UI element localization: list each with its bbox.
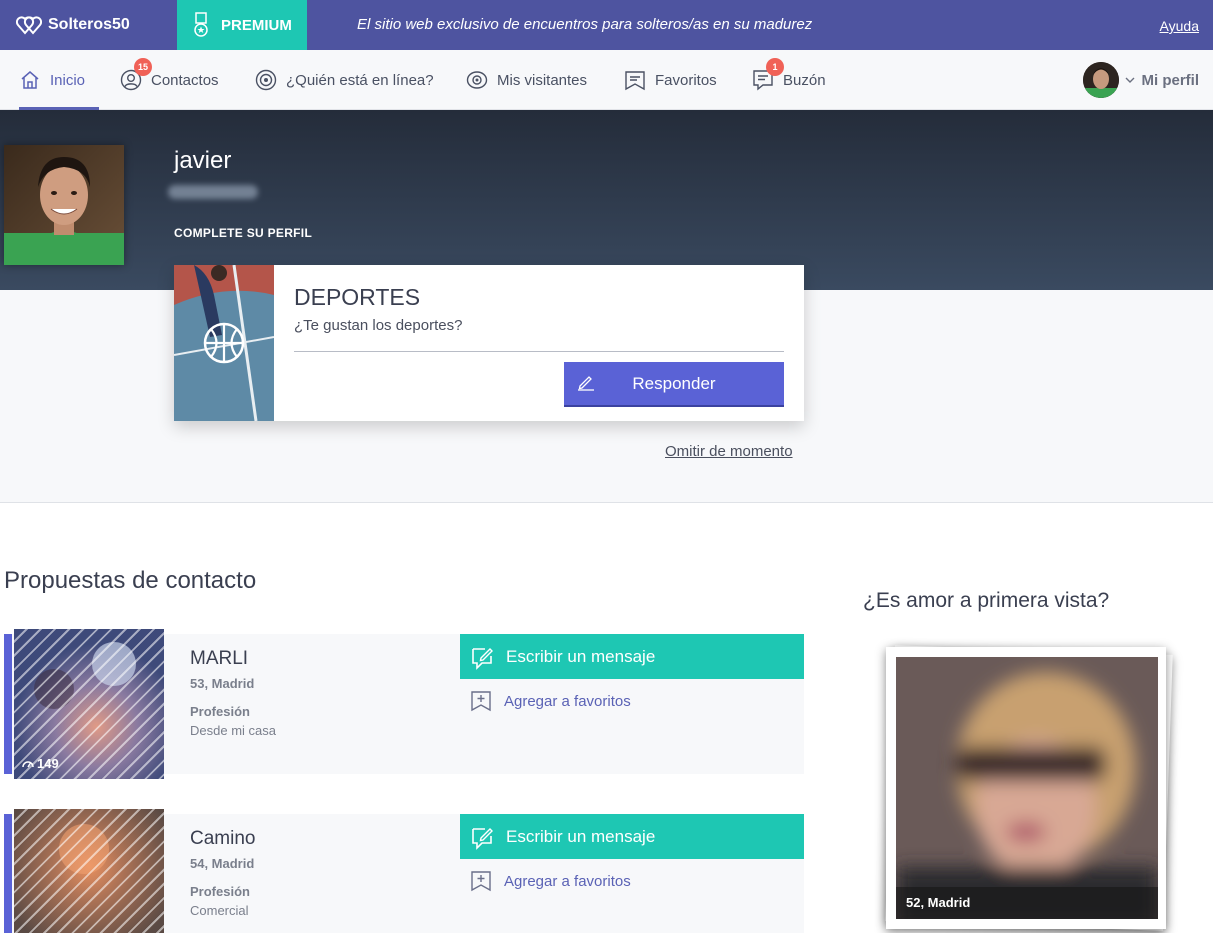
avatar	[1083, 62, 1120, 98]
love-at-first-sight-title: ¿Es amor a primera vista?	[863, 589, 1110, 612]
basketball-icon	[203, 322, 245, 364]
blur-overlay	[14, 809, 164, 933]
write-message-label: Escribir un mensaje	[506, 826, 656, 846]
gauge-icon	[22, 760, 34, 767]
contactos-badge: 15	[134, 58, 153, 76]
home-icon	[21, 71, 39, 89]
proposal-photo[interactable]	[14, 809, 164, 933]
nav-item-visitantes[interactable]: Mis visitantes	[466, 50, 587, 110]
proposal-photo[interactable]: 149	[14, 629, 164, 779]
profession-value: Desde mi casa	[190, 723, 276, 738]
blurred-detail	[168, 185, 258, 199]
tagline: El sitio web exclusivo de encuentros par…	[357, 16, 813, 33]
profile-photo[interactable]	[4, 145, 124, 265]
profession-label: Profesión	[190, 704, 250, 719]
question-card: DEPORTES ¿Te gustan los deportes? Respon…	[174, 265, 804, 421]
compose-message-icon	[472, 827, 493, 850]
eye-icon	[466, 71, 488, 89]
proposal-age-city: 54, Madrid	[190, 856, 255, 871]
target-icon	[255, 69, 277, 91]
user-circle-icon: 15	[120, 58, 153, 91]
profession-label: Profesión	[190, 884, 250, 899]
nav-label-visitantes: Mis visitantes	[497, 71, 588, 89]
buzon-badge: 1	[766, 58, 784, 76]
nav-item-favoritos[interactable]: Favoritos	[624, 50, 717, 110]
proposal-card: Camino 54, Madrid Profesión Comercial Es…	[4, 809, 804, 933]
write-message-button[interactable]: Escribir un mensaje	[460, 634, 804, 679]
profession-value: Comercial	[190, 903, 249, 918]
logo-text: Solteros50	[48, 16, 130, 33]
proposals-title: Propuestas de contacto	[4, 567, 257, 594]
nav-item-inicio[interactable]: Inicio	[19, 50, 100, 110]
proposal-name[interactable]: MARLI	[190, 648, 248, 670]
compose-message-icon	[472, 647, 493, 670]
nav-item-buzon[interactable]: 1 Buzón	[752, 50, 826, 110]
nav-label-favoritos: Favoritos	[655, 71, 717, 89]
profile-name: javier	[174, 147, 232, 174]
nav-item-online[interactable]: ¿Quién está en línea?	[255, 50, 434, 110]
answer-button-label: Responder	[632, 373, 716, 393]
nav-label-online: ¿Quién está en línea?	[286, 71, 434, 89]
logo[interactable]: Solteros50	[16, 0, 130, 50]
nav-label-buzon: Buzón	[783, 71, 826, 89]
medal-icon	[194, 12, 208, 37]
question-text: ¿Te gustan los deportes?	[294, 317, 463, 334]
profile-menu[interactable]: Mi perfil	[1083, 50, 1199, 110]
pencil-icon	[578, 376, 594, 391]
chevron-down-icon	[1125, 77, 1135, 83]
bookmark-icon	[625, 71, 645, 91]
nav-label-inicio: Inicio	[50, 71, 86, 89]
proposal-name[interactable]: Camino	[190, 828, 255, 850]
profile-hero	[0, 110, 1213, 290]
card-accent-bar	[4, 634, 12, 774]
views-count: 149	[37, 756, 59, 771]
sports-image	[174, 265, 274, 421]
add-favorite-label: Agregar a favoritos	[504, 872, 631, 890]
question-divider	[294, 351, 784, 352]
write-message-button[interactable]: Escribir un mensaje	[460, 814, 804, 859]
featured-photo-card[interactable]: 52, Madrid	[886, 647, 1166, 929]
skip-link[interactable]: Omitir de momento	[665, 443, 793, 460]
proposal-card: 149 MARLI 53, Madrid Profesión Desde mi …	[4, 629, 804, 779]
question-title: DEPORTES	[294, 284, 421, 310]
add-favorite-link[interactable]: Agregar a favoritos	[470, 870, 631, 892]
nav-item-contactos[interactable]: 15 Contactos	[120, 50, 219, 110]
bookmark-plus-icon	[471, 691, 491, 712]
profile-label: Mi perfil	[1141, 71, 1199, 89]
answer-button[interactable]: Responder	[564, 362, 784, 405]
add-favorite-label: Agregar a favoritos	[504, 692, 631, 710]
write-message-label: Escribir un mensaje	[506, 646, 656, 666]
premium-label: PREMIUM	[221, 16, 292, 34]
proposal-age-city: 53, Madrid	[190, 676, 255, 691]
top-bar: Solteros50 PREMIUM El sitio web exclusiv…	[0, 0, 1213, 50]
help-link[interactable]: Ayuda	[1160, 0, 1199, 50]
premium-badge[interactable]: PREMIUM	[177, 0, 307, 50]
nav-label-contactos: Contactos	[151, 71, 219, 89]
bookmark-plus-icon	[471, 871, 491, 892]
featured-photo: 52, Madrid	[896, 657, 1158, 919]
hearts-logo-icon	[16, 16, 42, 35]
complete-profile-label: COMPLETE SU PERFIL	[174, 226, 313, 240]
add-favorite-link[interactable]: Agregar a favoritos	[470, 690, 631, 712]
featured-photo-caption: 52, Madrid	[896, 887, 1158, 919]
views-counter: 149	[22, 756, 59, 771]
main-nav: Inicio 15 Contactos ¿Quién está en línea…	[0, 50, 1213, 110]
message-icon: 1	[752, 58, 784, 91]
card-accent-bar	[4, 814, 12, 933]
